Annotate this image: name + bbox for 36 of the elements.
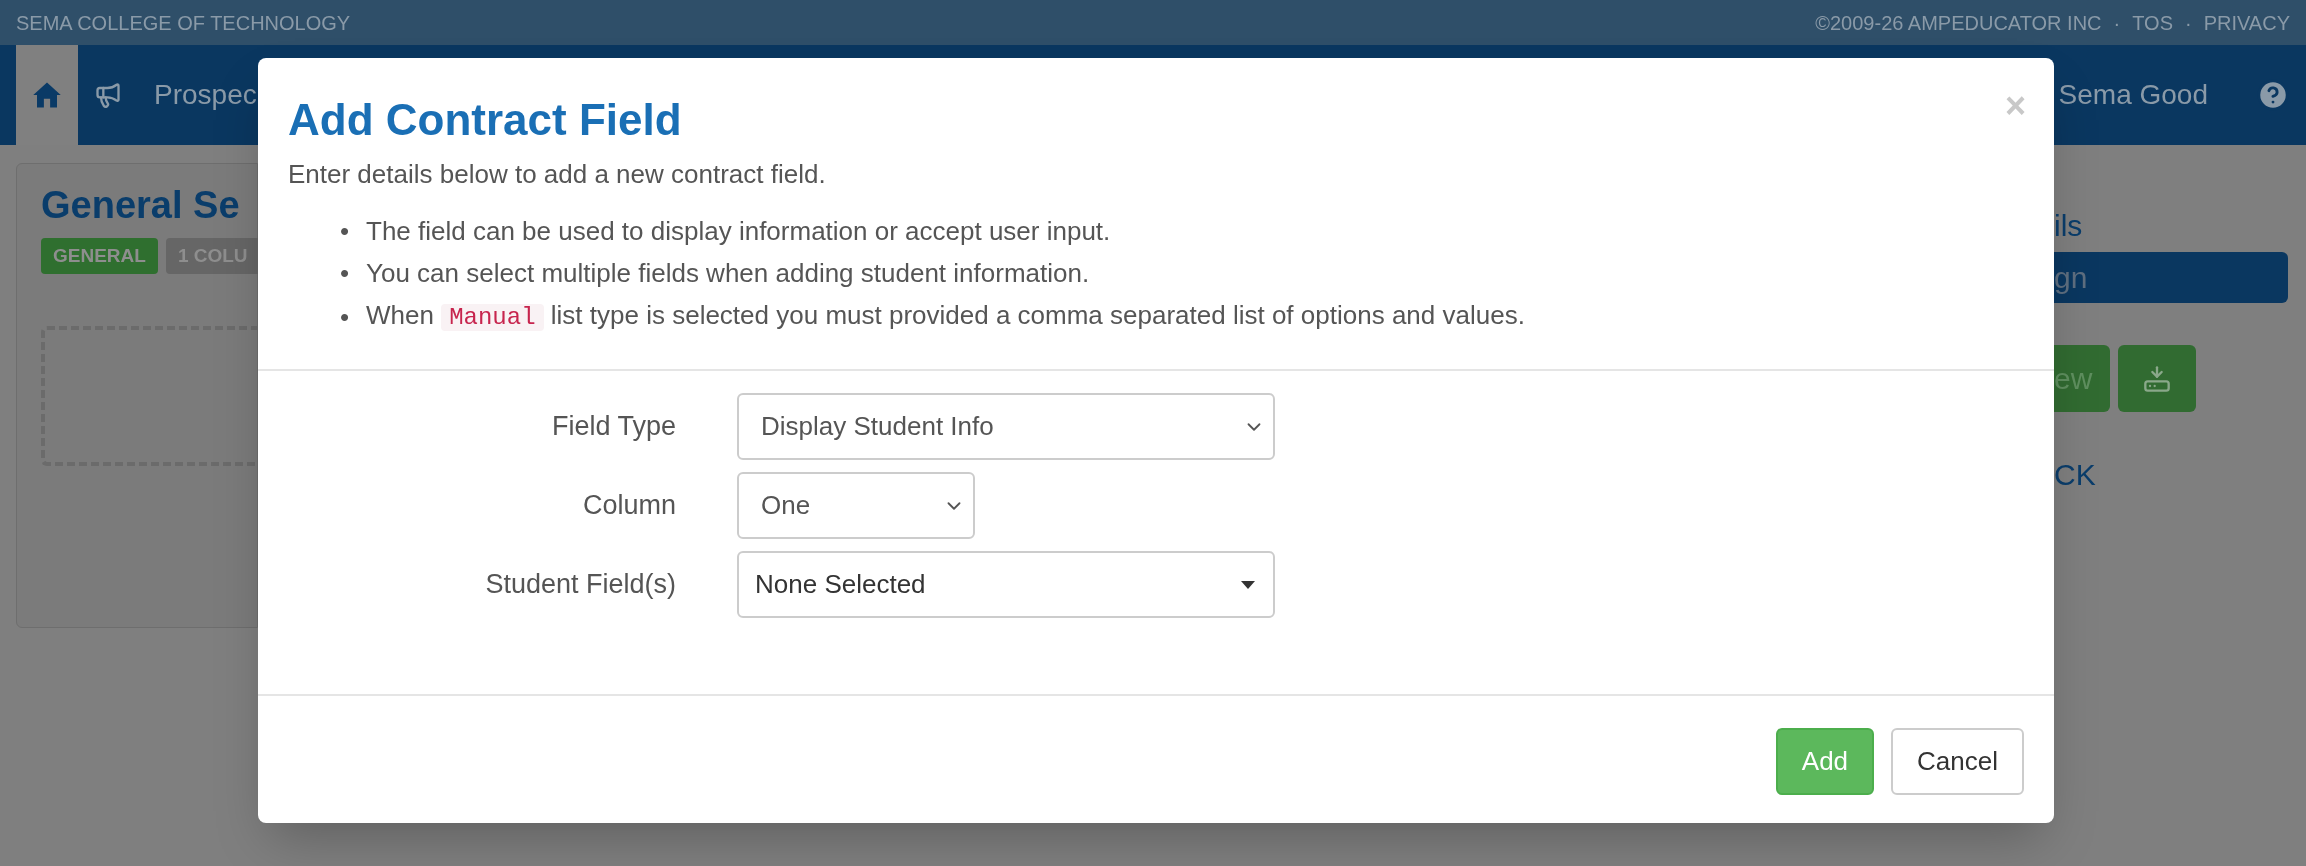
megaphone-icon bbox=[94, 81, 122, 109]
tag: GENERAL bbox=[41, 237, 158, 274]
field-label: Field Type bbox=[550, 410, 676, 444]
bullet-marker: • bbox=[340, 257, 351, 290]
separator-dot: · bbox=[2113, 10, 2121, 36]
side-link[interactable]: ils bbox=[2054, 203, 2083, 248]
multiselect-dropdown[interactable]: None Selected bbox=[737, 551, 1275, 618]
home-icon bbox=[32, 81, 62, 109]
side-bar-button[interactable]: gn bbox=[2054, 252, 2288, 303]
nav-icon-button[interactable] bbox=[16, 45, 78, 145]
separator-dot: · bbox=[2185, 10, 2192, 36]
modal-title: Add Contract Field bbox=[288, 94, 682, 146]
copyright-text: ©2009-26 AMPEDUCATOR INC bbox=[1815, 10, 2102, 36]
cancel-button[interactable]: Cancel bbox=[1891, 728, 2024, 795]
bullet-marker: • bbox=[340, 300, 351, 334]
page-title: General Se bbox=[41, 183, 240, 228]
download-icon bbox=[2143, 364, 2171, 393]
add-button[interactable]: Add bbox=[1775, 728, 1875, 795]
select-field[interactable]: Display Student Info bbox=[737, 393, 1275, 460]
bullet-text: When Manual list type is selected you must provided a comma separated list of options and values. bbox=[366, 299, 1525, 333]
download-button[interactable] bbox=[2118, 345, 2196, 412]
user-name[interactable]: Sema Good bbox=[2058, 74, 2208, 116]
footer-link[interactable]: TOS bbox=[2132, 7, 2173, 38]
side-link[interactable]: CK bbox=[2054, 452, 2096, 497]
caret-icon bbox=[1241, 580, 1255, 589]
select-field[interactable]: One bbox=[737, 472, 975, 539]
bullet-text: The field can be used to display information or accept user input. bbox=[366, 215, 1111, 248]
field-label: Column bbox=[581, 489, 676, 523]
bullet-marker: • bbox=[340, 215, 351, 248]
bullet-text: You can select multiple fields when adding student information. bbox=[366, 257, 1090, 290]
field-label: Student Field(s) bbox=[484, 568, 676, 602]
nav-link[interactable]: Prospec bbox=[138, 45, 273, 145]
footer-link[interactable]: PRIVACY bbox=[2203, 7, 2290, 38]
modal-intro: Enter details below to add a new contract field. bbox=[288, 158, 827, 191]
school-name: SEMA COLLEGE OF TECHNOLOGY bbox=[16, 10, 351, 36]
close-button[interactable]: × bbox=[2004, 88, 2026, 124]
